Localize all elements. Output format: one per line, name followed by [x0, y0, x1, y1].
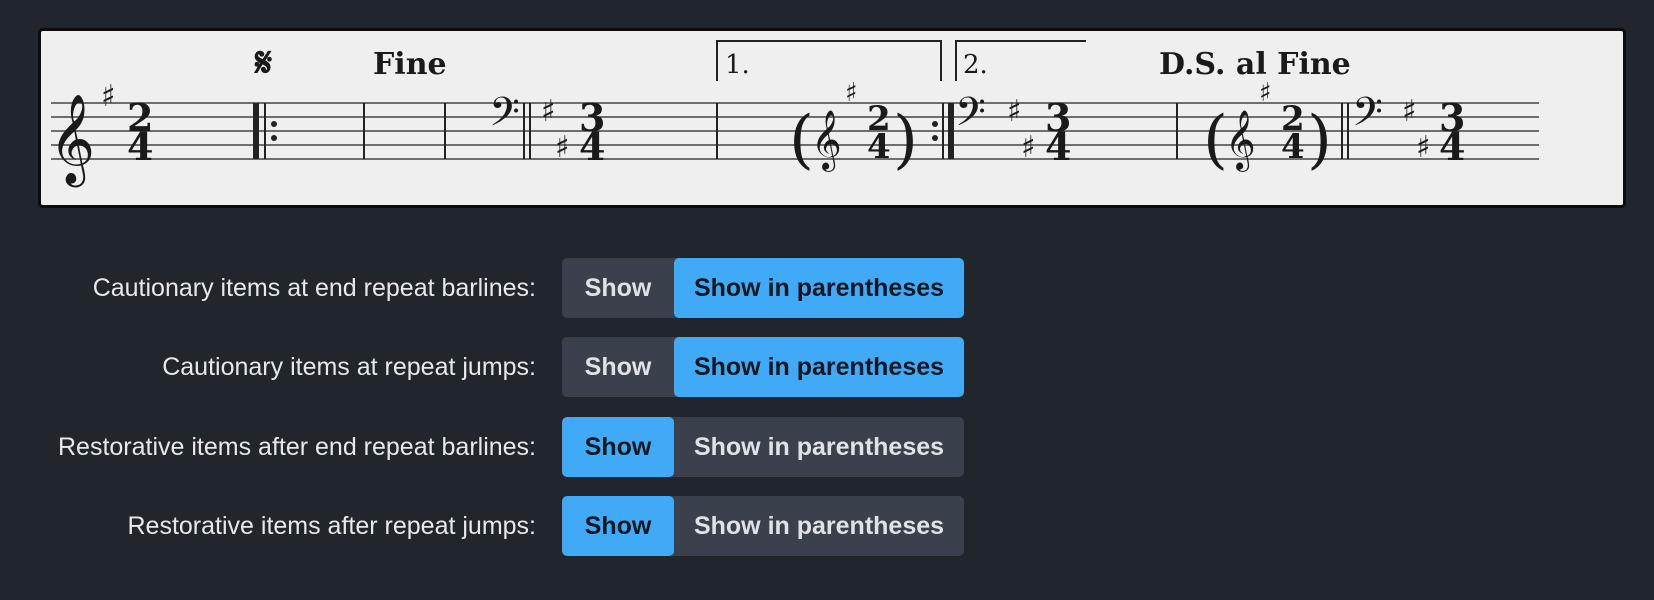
treble-clef-glyph: 𝄞 — [1225, 110, 1256, 172]
setting-row-restorative-repeat-jumps: Restorative items after repeat jumps: Sh… — [0, 496, 1000, 556]
sharp-glyph: ♯ — [1259, 78, 1272, 108]
setting-row-cautionary-end-repeat: Cautionary items at end repeat barlines:… — [0, 258, 1000, 318]
cautionary-clef-time: ( 𝄞 ♯ 2 4 ) — [1203, 78, 1332, 177]
paren-close: ) — [1307, 103, 1332, 177]
segmented-control: Show Show in parentheses — [562, 496, 964, 556]
score-svg: 𝄋 Fine D.S. al Fine 1. 2. 𝄞 𝄢 𝄢 𝄢 ♯ ♯ ♯ … — [49, 39, 1539, 188]
treble-clef-glyph: 𝄞 — [811, 110, 842, 172]
sharp-glyph: ♯ — [101, 79, 116, 114]
volta-1-label: 1. — [725, 50, 750, 80]
fine-marking: Fine — [373, 47, 447, 82]
sharp-glyph: ♯ — [541, 94, 556, 129]
segmented-control: Show Show in parentheses — [562, 417, 964, 477]
segmented-control: Show Show in parentheses — [562, 337, 964, 397]
setting-label: Cautionary items at end repeat barlines: — [92, 274, 536, 302]
setting-label: Restorative items after end repeat barli… — [57, 433, 536, 461]
sharp-glyph: ♯ — [1402, 94, 1417, 129]
volta-bracket-2: 2. — [955, 40, 1086, 81]
sharp-glyph: ♯ — [1416, 130, 1431, 165]
volta-bracket-1: 1. — [716, 40, 942, 81]
setting-label: Restorative items after repeat jumps: — [127, 512, 537, 540]
time-signature-bottom: 4 — [127, 124, 153, 169]
time-signature-bottom: 4 — [1045, 124, 1071, 169]
setting-label: Cautionary items at repeat jumps: — [162, 353, 536, 381]
setting-row-restorative-end-repeat: Restorative items after end repeat barli… — [0, 417, 1000, 477]
time-signature-bottom: 4 — [1439, 124, 1465, 169]
option-show-button[interactable]: Show — [562, 258, 674, 318]
bass-clef-glyph: 𝄢 — [1352, 89, 1383, 145]
sharp-glyph: ♯ — [1021, 130, 1036, 165]
option-show-in-parentheses-button[interactable]: Show in parentheses — [674, 258, 964, 318]
time-signature-bottom: 4 — [579, 124, 605, 169]
time-signature-bottom: 4 — [867, 127, 891, 167]
treble-clef-glyph: 𝄞 — [49, 94, 95, 188]
bass-clef-glyph: 𝄢 — [489, 89, 520, 145]
segno-sign: 𝄋 — [253, 39, 272, 86]
bass-clef-glyph: 𝄢 — [955, 89, 986, 145]
sharp-glyph: ♯ — [555, 130, 570, 165]
option-show-in-parentheses-button[interactable]: Show in parentheses — [674, 496, 964, 556]
cautionary-clef-time: ( 𝄞 ♯ 2 4 ) — [789, 78, 918, 177]
option-show-button[interactable]: Show — [562, 496, 674, 556]
paren-close: ) — [893, 103, 918, 177]
option-show-button[interactable]: Show — [562, 337, 674, 397]
volta-2-label: 2. — [963, 50, 988, 80]
setting-row-cautionary-repeat-jumps: Cautionary items at repeat jumps: Show S… — [0, 337, 1000, 397]
option-show-button[interactable]: Show — [562, 417, 674, 477]
score-preview: 𝄋 Fine D.S. al Fine 1. 2. 𝄞 𝄢 𝄢 𝄢 ♯ ♯ ♯ … — [38, 28, 1626, 208]
time-signature-bottom: 4 — [1281, 127, 1305, 167]
sharp-glyph: ♯ — [845, 78, 858, 108]
option-show-in-parentheses-button[interactable]: Show in parentheses — [674, 417, 964, 477]
option-show-in-parentheses-button[interactable]: Show in parentheses — [674, 337, 964, 397]
ds-al-fine-marking: D.S. al Fine — [1159, 47, 1351, 82]
segmented-control: Show Show in parentheses — [562, 258, 964, 318]
sharp-glyph: ♯ — [1007, 94, 1022, 129]
